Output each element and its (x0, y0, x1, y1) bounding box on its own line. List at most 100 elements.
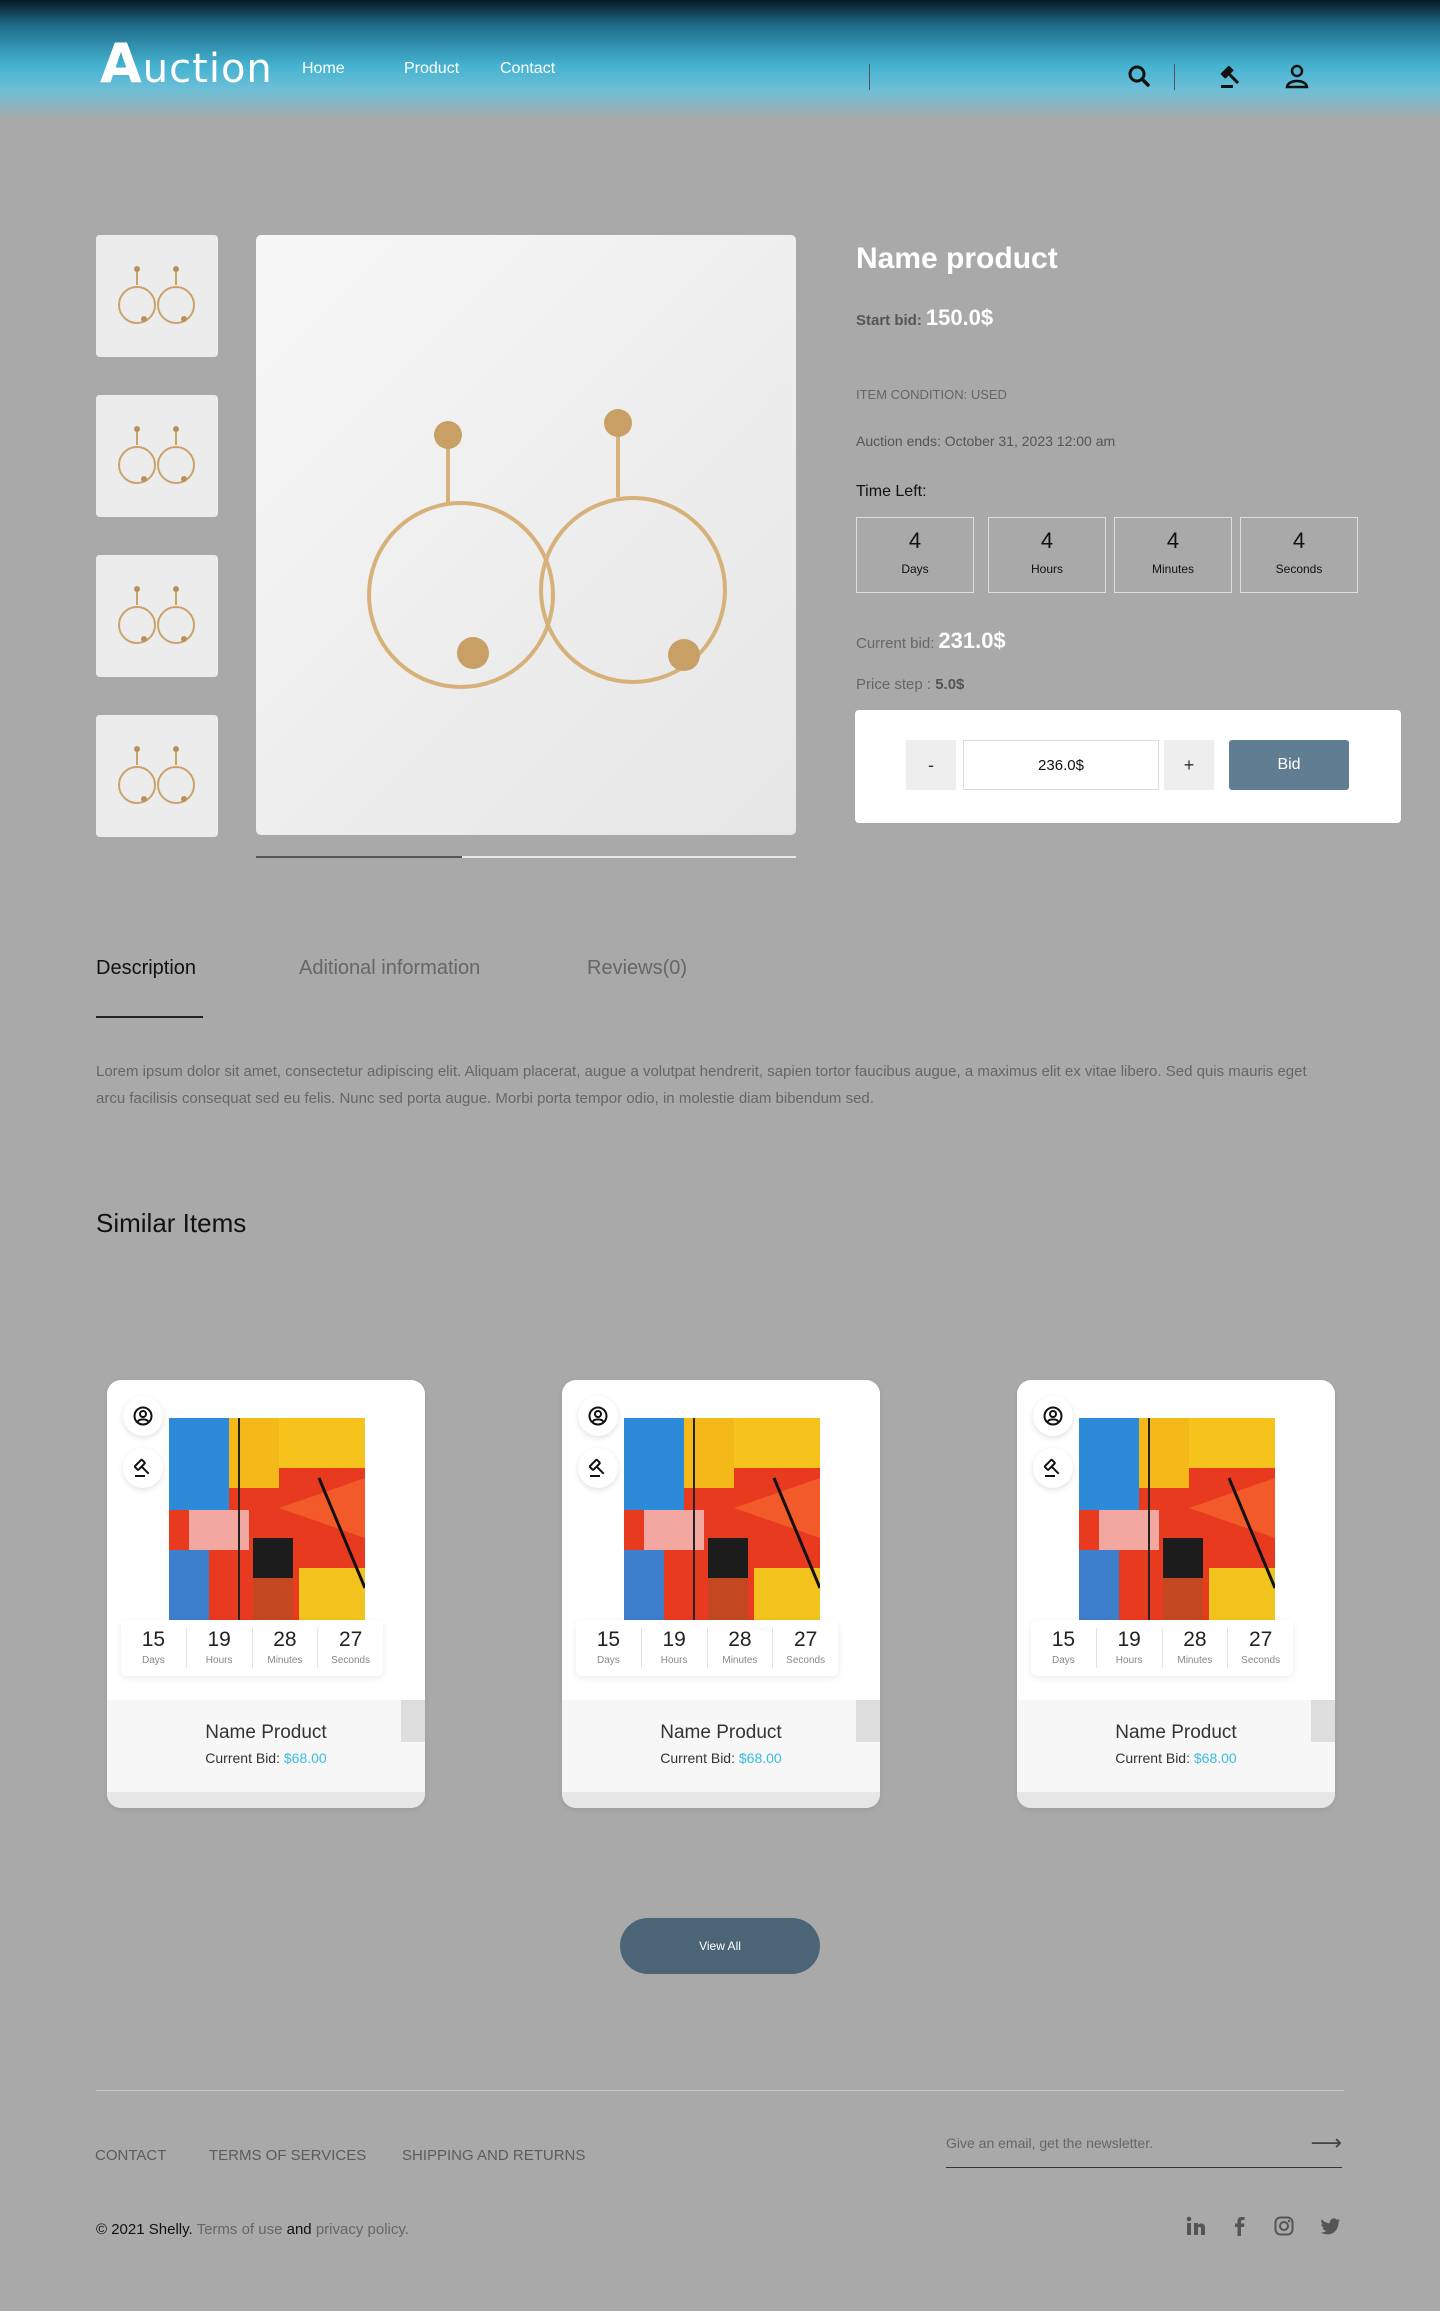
card-footer: Name Product Current Bid: $68.00 (1017, 1700, 1335, 1792)
footer-link-terms[interactable]: TERMS OF SERVICES (209, 2147, 366, 2164)
auction-ends: Auction ends: October 31, 2023 12:00 am (856, 433, 1116, 449)
current-bid: Current bid: 231.0$ (856, 628, 1006, 654)
card-bid-value: $68.00 (283, 1750, 327, 1766)
price-step: Price step : 5.0$ (856, 676, 964, 693)
product-thumbnail[interactable] (96, 235, 218, 357)
countdown-value: 4 (1040, 528, 1054, 553)
card-countdown: 15 Days 19 Hours 28 Minutes 27 Seconds (576, 1620, 838, 1676)
view-all-button[interactable]: View All (620, 1918, 820, 1974)
countdown-label: Minutes (722, 1655, 758, 1666)
product-thumbnail[interactable] (96, 555, 218, 677)
countdown-value: 4 (1166, 528, 1180, 553)
bid-gavel-icon[interactable] (123, 1448, 163, 1488)
nav-contact[interactable]: Contact (500, 60, 555, 78)
countdown-days: 4 Days (856, 517, 974, 593)
countdown-value: 19 (662, 1628, 686, 1651)
search-icon[interactable] (1126, 62, 1154, 90)
gavel-icon[interactable] (1217, 62, 1245, 90)
card-base (1017, 1792, 1335, 1808)
card-bid-label: Current Bid: (1115, 1750, 1190, 1766)
product-thumbnail[interactable] (96, 715, 218, 837)
card-product-name[interactable]: Name Product (562, 1722, 880, 1744)
countdown-seconds: 4 Seconds (1240, 517, 1358, 593)
header-divider (869, 64, 870, 90)
item-condition: ITEM CONDITION: USED (856, 387, 1007, 402)
countdown-value: 15 (1051, 1628, 1076, 1651)
logo[interactable]: Auction (100, 32, 273, 95)
bid-amount-input[interactable] (963, 740, 1159, 790)
profile-icon[interactable] (578, 1396, 618, 1436)
newsletter-form: ⟶ (946, 2128, 1342, 2168)
bid-panel: - + Bid (855, 710, 1401, 823)
tab-description[interactable]: Description (96, 957, 196, 980)
footer-link-contact[interactable]: CONTACT (95, 2147, 166, 2164)
countdown-value: 27 (338, 1628, 363, 1651)
countdown-minutes: 4 Minutes (1114, 517, 1232, 593)
countdown-value: 27 (793, 1628, 818, 1651)
artwork-image (624, 1418, 820, 1622)
price-step-value: 5.0$ (935, 676, 965, 693)
nav-product[interactable]: Product (404, 60, 459, 78)
increase-bid-button[interactable]: + (1164, 740, 1214, 790)
gallery-slider[interactable] (256, 856, 796, 858)
similar-item-card[interactable]: 15 Days 19 Hours 28 Minutes 27 Seconds Name … (107, 1380, 425, 1808)
bid-gavel-icon[interactable] (578, 1448, 618, 1488)
description-text: Lorem ipsum dolor sit amet, consectetur … (96, 1063, 1307, 1107)
countdown-value: 19 (1117, 1628, 1141, 1651)
product-thumbnail[interactable] (96, 395, 218, 517)
artwork-image (169, 1418, 365, 1622)
active-tab-indicator (96, 1016, 203, 1018)
linkedin-icon[interactable] (1184, 2215, 1208, 2239)
footer-link-shipping[interactable]: SHIPPING AND RETURNS (402, 2147, 585, 2164)
copyright-and: and (286, 2221, 312, 2238)
card-countdown: 15 Days 19 Hours 28 Minutes 27 Seconds (1031, 1620, 1293, 1676)
countdown-label: Days (141, 1655, 165, 1666)
card-product-name[interactable]: Name Product (1017, 1722, 1335, 1744)
product-main-image (256, 235, 796, 835)
logo-initial: A (100, 32, 143, 95)
card-current-bid: Current Bid: $68.00 (1017, 1750, 1335, 1766)
decrease-bid-button[interactable]: - (906, 740, 956, 790)
instagram-icon[interactable] (1272, 2215, 1296, 2239)
countdown-label: Seconds (1275, 562, 1323, 576)
nav-home[interactable]: Home (302, 60, 345, 78)
card-product-name[interactable]: Name Product (107, 1722, 425, 1744)
countdown-label: Hours (1115, 1655, 1143, 1666)
facebook-icon[interactable] (1228, 2215, 1252, 2239)
card-bid-label: Current Bid: (205, 1750, 280, 1766)
profile-icon[interactable] (123, 1396, 163, 1436)
newsletter-email-input[interactable] (946, 2128, 1286, 2158)
privacy-policy-link[interactable]: privacy policy. (316, 2221, 409, 2238)
similar-item-card[interactable]: 15 Days 19 Hours 28 Minutes 27 Seconds Name … (562, 1380, 880, 1808)
tab-reviews[interactable]: Reviews(0) (587, 957, 687, 980)
bid-gavel-icon[interactable] (1033, 1448, 1073, 1488)
countdown-label: Hours (205, 1655, 233, 1666)
countdown-label: Seconds (1241, 1655, 1281, 1666)
twitter-icon[interactable] (1318, 2215, 1342, 2239)
profile-icon[interactable] (1033, 1396, 1073, 1436)
product-title: Name product (856, 242, 1058, 275)
card-bid-value: $68.00 (1193, 1750, 1237, 1766)
user-icon[interactable] (1283, 62, 1311, 90)
header: Auction Home Product Contact (0, 0, 1440, 120)
similar-item-card[interactable]: 15 Days 19 Hours 28 Minutes 27 Seconds Name … (1017, 1380, 1335, 1808)
countdown-label: Days (596, 1655, 620, 1666)
bid-button[interactable]: Bid (1229, 740, 1349, 790)
countdown-label: Days (901, 562, 929, 576)
arrow-right-icon[interactable]: ⟶ (1310, 2130, 1342, 2156)
copyright: © 2021 Shelly. Terms of use and privacy … (96, 2221, 409, 2238)
countdown-label: Seconds (786, 1655, 826, 1666)
card-footer: Name Product Current Bid: $68.00 (562, 1700, 880, 1792)
card-corner-tab (401, 1700, 425, 1742)
card-countdown: 15 Days 19 Hours 28 Minutes 27 Seconds (121, 1620, 383, 1676)
card-base (107, 1792, 425, 1808)
countdown-label: Minutes (267, 1655, 303, 1666)
countdown-label: Seconds (331, 1655, 371, 1666)
countdown-value: 27 (1248, 1628, 1273, 1651)
card-bid-label: Current Bid: (660, 1750, 735, 1766)
tab-additional-information[interactable]: Aditional information (299, 957, 480, 980)
terms-of-use-link[interactable]: Terms of use (197, 2221, 283, 2238)
start-bid: Start bid: 150.0$ (856, 305, 993, 331)
current-bid-value: 231.0$ (938, 628, 1006, 653)
card-base (562, 1792, 880, 1808)
